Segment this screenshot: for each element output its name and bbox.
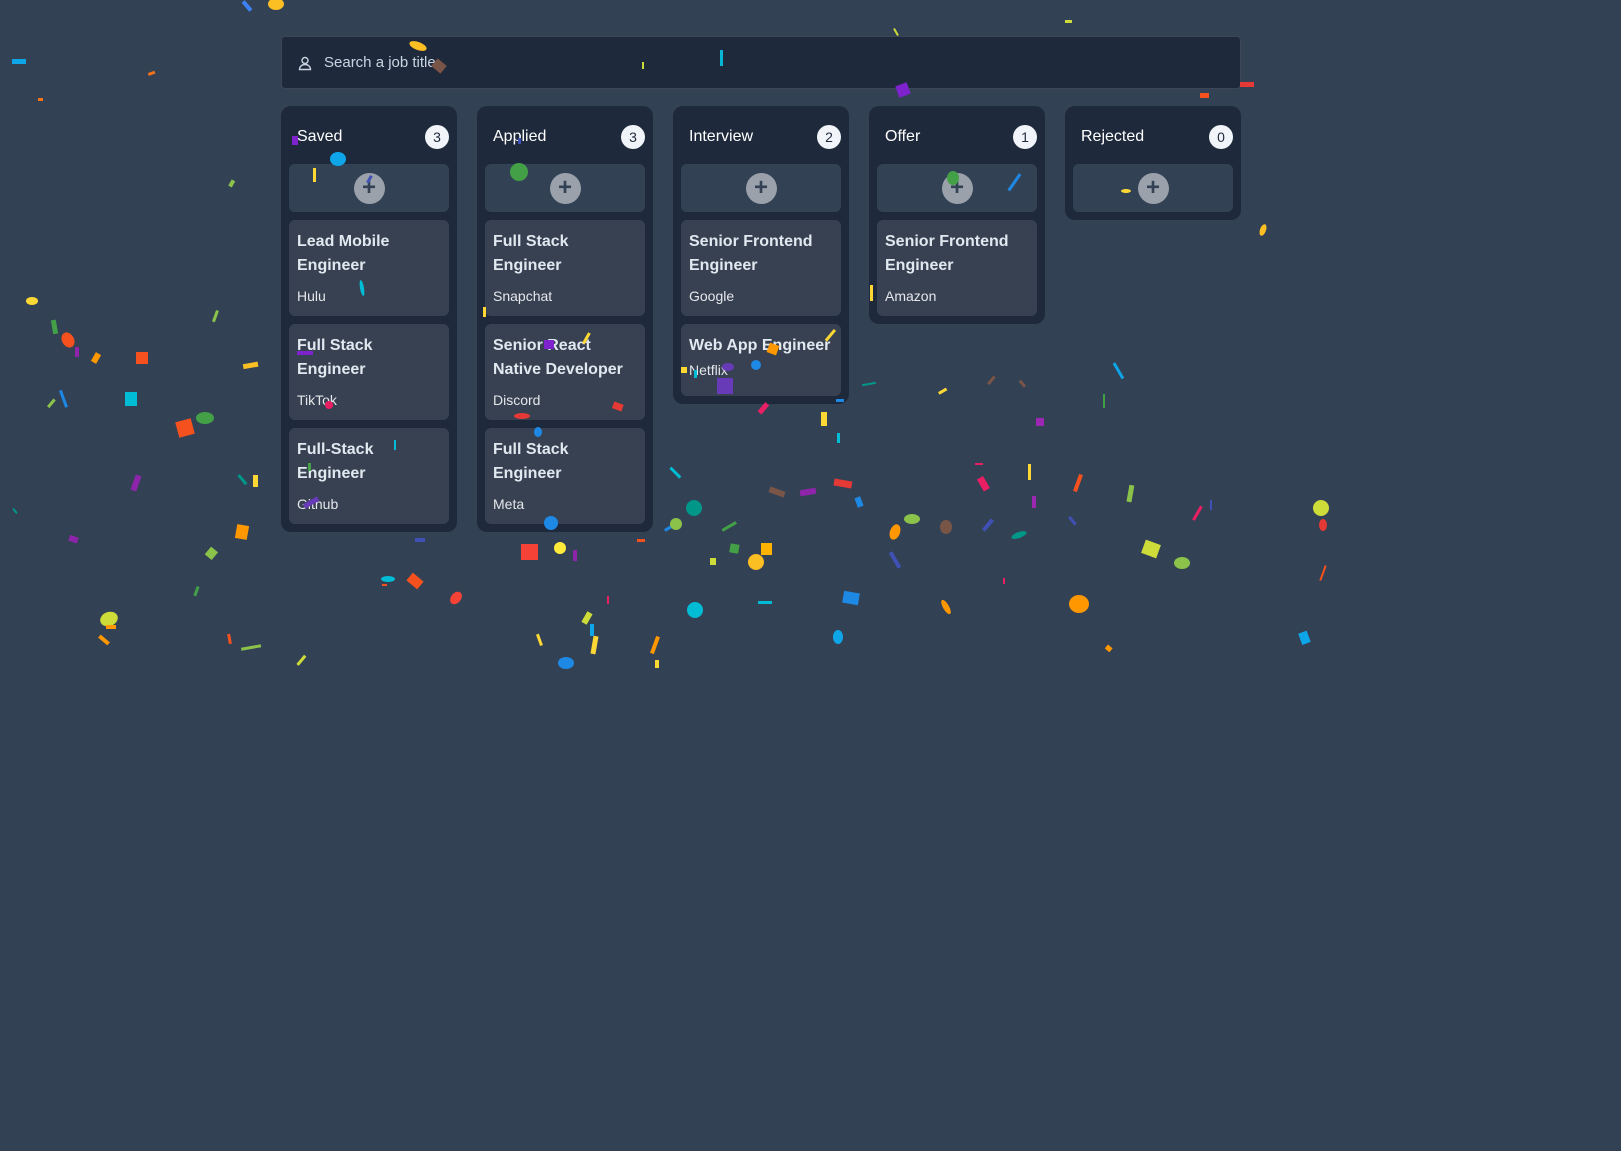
job-title: Lead Mobile Engineer	[297, 233, 390, 274]
kanban-board: Saved 3 + Lead Mobile Engineer Hulu Full…	[281, 106, 1241, 532]
column-header: Saved 3	[289, 114, 449, 160]
column-applied: Applied 3 + Full Stack Engineer Snapchat…	[477, 106, 653, 532]
job-card[interactable]: Full Stack Engineer Snapchat	[485, 220, 645, 316]
column-title: Offer	[885, 128, 921, 145]
app: Saved 3 + Lead Mobile Engineer Hulu Full…	[0, 0, 1621, 1151]
plus-circle-icon: +	[549, 172, 581, 204]
column-header: Applied 3	[485, 114, 645, 160]
column-count-badge: 1	[1013, 125, 1037, 149]
search-input[interactable]	[324, 54, 1224, 71]
job-card[interactable]: Full-Stack Engineer Github	[289, 428, 449, 524]
add-job-button[interactable]: +	[1073, 164, 1233, 212]
plus-circle-icon: +	[745, 172, 777, 204]
job-title: Full Stack Engineer	[297, 337, 373, 378]
column-header: Interview 2	[681, 114, 841, 160]
column-count-badge: 2	[817, 125, 841, 149]
job-title: Full Stack Engineer	[493, 233, 569, 274]
plus-circle-icon: +	[1137, 172, 1169, 204]
column-header: Rejected 0	[1073, 114, 1233, 160]
job-card[interactable]: Full Stack Engineer TikTok	[289, 324, 449, 420]
company-name: Google	[689, 288, 735, 304]
add-job-button[interactable]: +	[877, 164, 1037, 212]
column-title: Applied	[493, 128, 547, 145]
company-name: TikTok	[297, 392, 337, 408]
job-title: Senior React Native Developer	[493, 337, 623, 378]
company-name: Github	[297, 496, 339, 512]
job-card[interactable]: Senior React Native Developer Discord	[485, 324, 645, 420]
job-title: Web App Engineer	[689, 337, 831, 354]
column-count-badge: 3	[425, 125, 449, 149]
column-rejected: Rejected 0 +	[1065, 106, 1241, 220]
column-header: Offer 1	[877, 114, 1037, 160]
plus-circle-icon: +	[353, 172, 385, 204]
job-title: Senior Frontend Engineer	[885, 233, 1009, 274]
job-title: Full Stack Engineer	[493, 441, 569, 482]
add-job-button[interactable]: +	[681, 164, 841, 212]
column-saved: Saved 3 + Lead Mobile Engineer Hulu Full…	[281, 106, 457, 532]
job-card[interactable]: Full Stack Engineer Meta	[485, 428, 645, 524]
company-name: Hulu	[297, 288, 326, 304]
company-name: Netflix	[689, 362, 728, 378]
job-title: Senior Frontend Engineer	[689, 233, 813, 274]
job-title: Full-Stack Engineer	[297, 441, 374, 482]
company-name: Discord	[493, 392, 541, 408]
add-job-button[interactable]: +	[289, 164, 449, 212]
column-title: Interview	[689, 128, 754, 145]
column-interview: Interview 2 + Senior Frontend Engineer G…	[673, 106, 849, 404]
add-job-button[interactable]: +	[485, 164, 645, 212]
column-offer: Offer 1 + Senior Frontend Engineer Amazo…	[869, 106, 1045, 324]
company-name: Meta	[493, 496, 525, 512]
column-title: Saved	[297, 128, 343, 145]
user-icon	[296, 54, 314, 72]
search-bar[interactable]	[281, 36, 1241, 89]
job-card[interactable]: Senior Frontend Engineer Amazon	[877, 220, 1037, 316]
job-card[interactable]: Lead Mobile Engineer Hulu	[289, 220, 449, 316]
column-count-badge: 3	[621, 125, 645, 149]
job-card[interactable]: Web App Engineer Netflix	[681, 324, 841, 396]
job-card[interactable]: Senior Frontend Engineer Google	[681, 220, 841, 316]
column-count-badge: 0	[1209, 125, 1233, 149]
plus-circle-icon: +	[941, 172, 973, 204]
company-name: Amazon	[885, 288, 937, 304]
company-name: Snapchat	[493, 288, 553, 304]
column-title: Rejected	[1081, 128, 1145, 145]
